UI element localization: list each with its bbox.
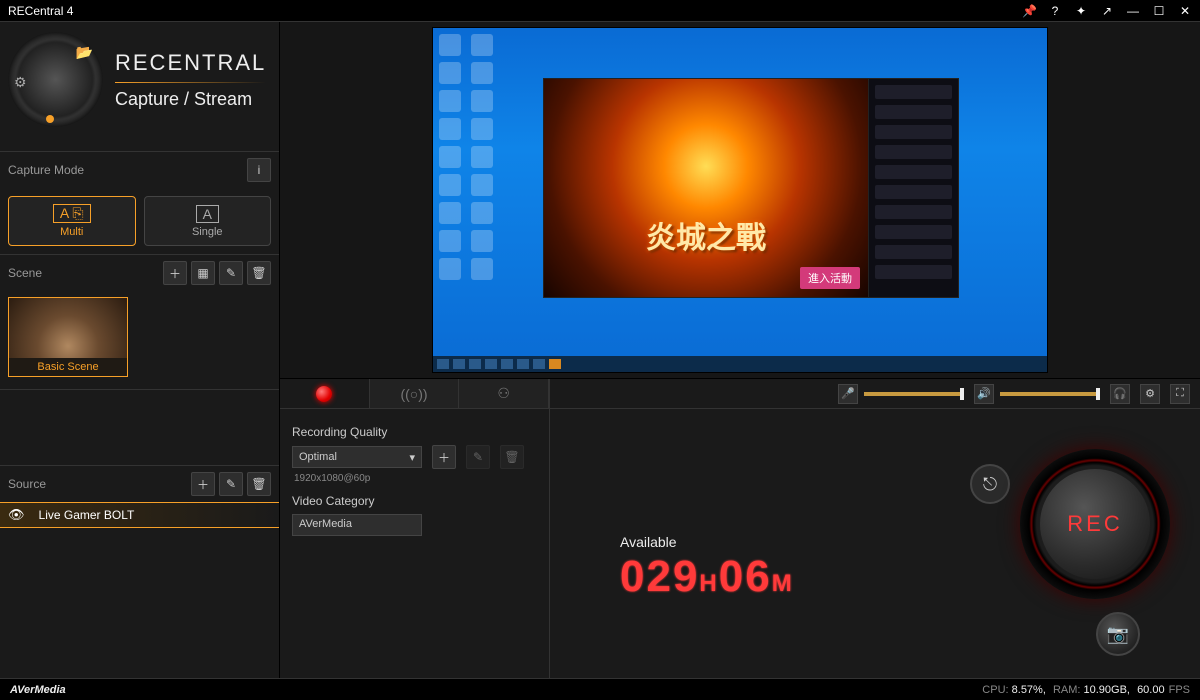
tab-stream[interactable]: ((○)) (370, 379, 460, 408)
recording-quality-label: Recording Quality (292, 425, 537, 439)
pin2-icon[interactable]: ✦ (1074, 4, 1088, 18)
recording-quality-select[interactable]: Optimal ▾ (292, 446, 422, 468)
capture-mode-head: Capture Mode i (0, 152, 279, 188)
speaker-icon[interactable]: 🔊 (974, 384, 994, 404)
fps-value: 60.00 (1137, 684, 1165, 696)
mic-slider[interactable] (864, 392, 964, 396)
source-delete-button[interactable]: 🗑 (247, 472, 271, 496)
brand-label: RECENTRAL (115, 50, 266, 76)
capture-mode-label: Capture Mode (8, 163, 84, 177)
recording-quality-value: Optimal (299, 451, 337, 463)
recording-quality-detail: 1920x1080@60p (294, 473, 535, 484)
mic-icon[interactable]: 🎤 (838, 384, 858, 404)
scene-item[interactable]: Basic Scene (8, 297, 128, 377)
logo-area: ⚙ 📂 RECENTRAL Capture / Stream (0, 22, 279, 152)
game-cta-button: 進入活動 (800, 267, 860, 289)
source-item-label: Live Gamer BOLT (39, 508, 135, 522)
available-minutes: 06 (719, 552, 772, 601)
pin-icon[interactable]: 📌 (1022, 4, 1036, 18)
mode-single-label: Single (192, 226, 223, 238)
folder-icon[interactable]: 📂 (76, 44, 93, 61)
dial-indicator-icon (46, 115, 54, 123)
ram-value: 10.90GB, (1084, 684, 1130, 696)
help-icon[interactable]: ? (1048, 4, 1062, 18)
category-input[interactable]: AVerMedia (292, 514, 422, 536)
scene-label: Scene (8, 266, 42, 280)
maximize-icon[interactable]: ☐ (1152, 4, 1166, 18)
cpu-label: CPU: (982, 684, 1008, 696)
available-label: Available (620, 534, 794, 550)
titlebar: RECentral 4 📌 ? ✦ ↗ — ☐ ✕ (0, 0, 1200, 22)
quality-delete-button[interactable]: 🗑 (500, 445, 524, 469)
camera-icon: 📷 (1107, 624, 1129, 645)
available-display: Available 029H06M (620, 534, 794, 605)
multi-icon: A ⎘ (53, 204, 91, 223)
recording-control-panel: 🎤 🔊 🎧 ⚙ ⛶ Available 029H06M (550, 379, 1200, 678)
popout-icon[interactable]: ↗ (1100, 4, 1114, 18)
scene-edit-button[interactable]: ✎ (219, 261, 243, 285)
statusbar: AVerMedia CPU: 8.57%, RAM: 10.90GB, 60.0… (0, 678, 1200, 700)
split-button[interactable]: ⎋ (970, 464, 1010, 504)
minimize-icon[interactable]: — (1126, 4, 1140, 18)
record-dot-icon (316, 386, 332, 402)
game-title-text: 炎城之戰 (646, 213, 766, 257)
mixer-icon[interactable]: ⚙ (1140, 384, 1160, 404)
source-edit-button[interactable]: ✎ (219, 472, 243, 496)
scene-item-label: Basic Scene (9, 358, 127, 376)
scene-delete-button[interactable]: 🗑 (247, 261, 271, 285)
source-item[interactable]: 👁 Live Gamer BOLT (0, 502, 279, 528)
headphones-icon[interactable]: 🎧 (1110, 384, 1130, 404)
gear-icon[interactable]: ⚙ (14, 74, 27, 91)
scene-thumbnail (9, 298, 127, 358)
mode-multi-button[interactable]: A ⎘ Multi (8, 196, 136, 246)
category-label: Video Category (292, 494, 537, 508)
window-title: RECentral 4 (8, 4, 1022, 18)
sidebar: ⚙ 📂 RECENTRAL Capture / Stream Capture M… (0, 22, 280, 678)
network-icon: ⚇ (497, 385, 510, 402)
window-buttons: 📌 ? ✦ ↗ — ☐ ✕ (1022, 4, 1192, 18)
hours-unit: H (699, 570, 718, 597)
cpu-value: 8.57%, (1012, 684, 1046, 696)
tab-multistream[interactable]: ⚇ (459, 379, 549, 408)
source-head: Source ＋ ✎ 🗑 (0, 466, 279, 502)
record-button-label: REC (1040, 469, 1150, 579)
scene-grid-button[interactable]: ▦ (191, 261, 215, 285)
info-icon[interactable]: i (247, 158, 271, 182)
footer-brand: AVerMedia (10, 684, 66, 696)
fps-label: FPS (1169, 684, 1190, 696)
broadcast-icon: ((○)) (400, 386, 427, 402)
preview-area[interactable]: 炎城之戰 進入活動 (280, 22, 1200, 378)
close-icon[interactable]: ✕ (1178, 4, 1192, 18)
source-add-button[interactable]: ＋ (191, 472, 215, 496)
mode-label: Capture / Stream (115, 89, 266, 110)
source-label: Source (8, 477, 46, 491)
ram-label: RAM: (1053, 684, 1081, 696)
single-icon: A (196, 205, 219, 223)
screenshot-button[interactable]: 📷 (1096, 612, 1140, 656)
speaker-slider[interactable] (1000, 392, 1100, 396)
mode-multi-label: Multi (60, 226, 83, 238)
captured-desktop: 炎城之戰 進入活動 (432, 27, 1048, 373)
quality-edit-button[interactable]: ✎ (466, 445, 490, 469)
quality-add-button[interactable]: ＋ (432, 445, 456, 469)
mode-single-button[interactable]: A Single (144, 196, 272, 246)
record-button[interactable]: REC (1020, 449, 1170, 599)
mode-dial[interactable]: ⚙ 📂 (8, 32, 103, 127)
scene-head: Scene ＋ ▦ ✎ 🗑 (0, 255, 279, 291)
available-hours: 029 (620, 552, 699, 601)
scene-add-button[interactable]: ＋ (163, 261, 187, 285)
visibility-icon[interactable]: 👁 (8, 507, 25, 523)
tab-record[interactable] (280, 379, 370, 408)
content: 炎城之戰 進入活動 ((○)) ⚇ Recording Quality (280, 22, 1200, 678)
game-window: 炎城之戰 進入活動 (543, 78, 959, 298)
chevron-down-icon: ▾ (409, 451, 415, 464)
recording-settings-panel: ((○)) ⚇ Recording Quality Optimal ▾ ＋ ✎ … (280, 379, 550, 678)
minutes-unit: M (772, 570, 794, 597)
fullscreen-icon[interactable]: ⛶ (1170, 384, 1190, 404)
